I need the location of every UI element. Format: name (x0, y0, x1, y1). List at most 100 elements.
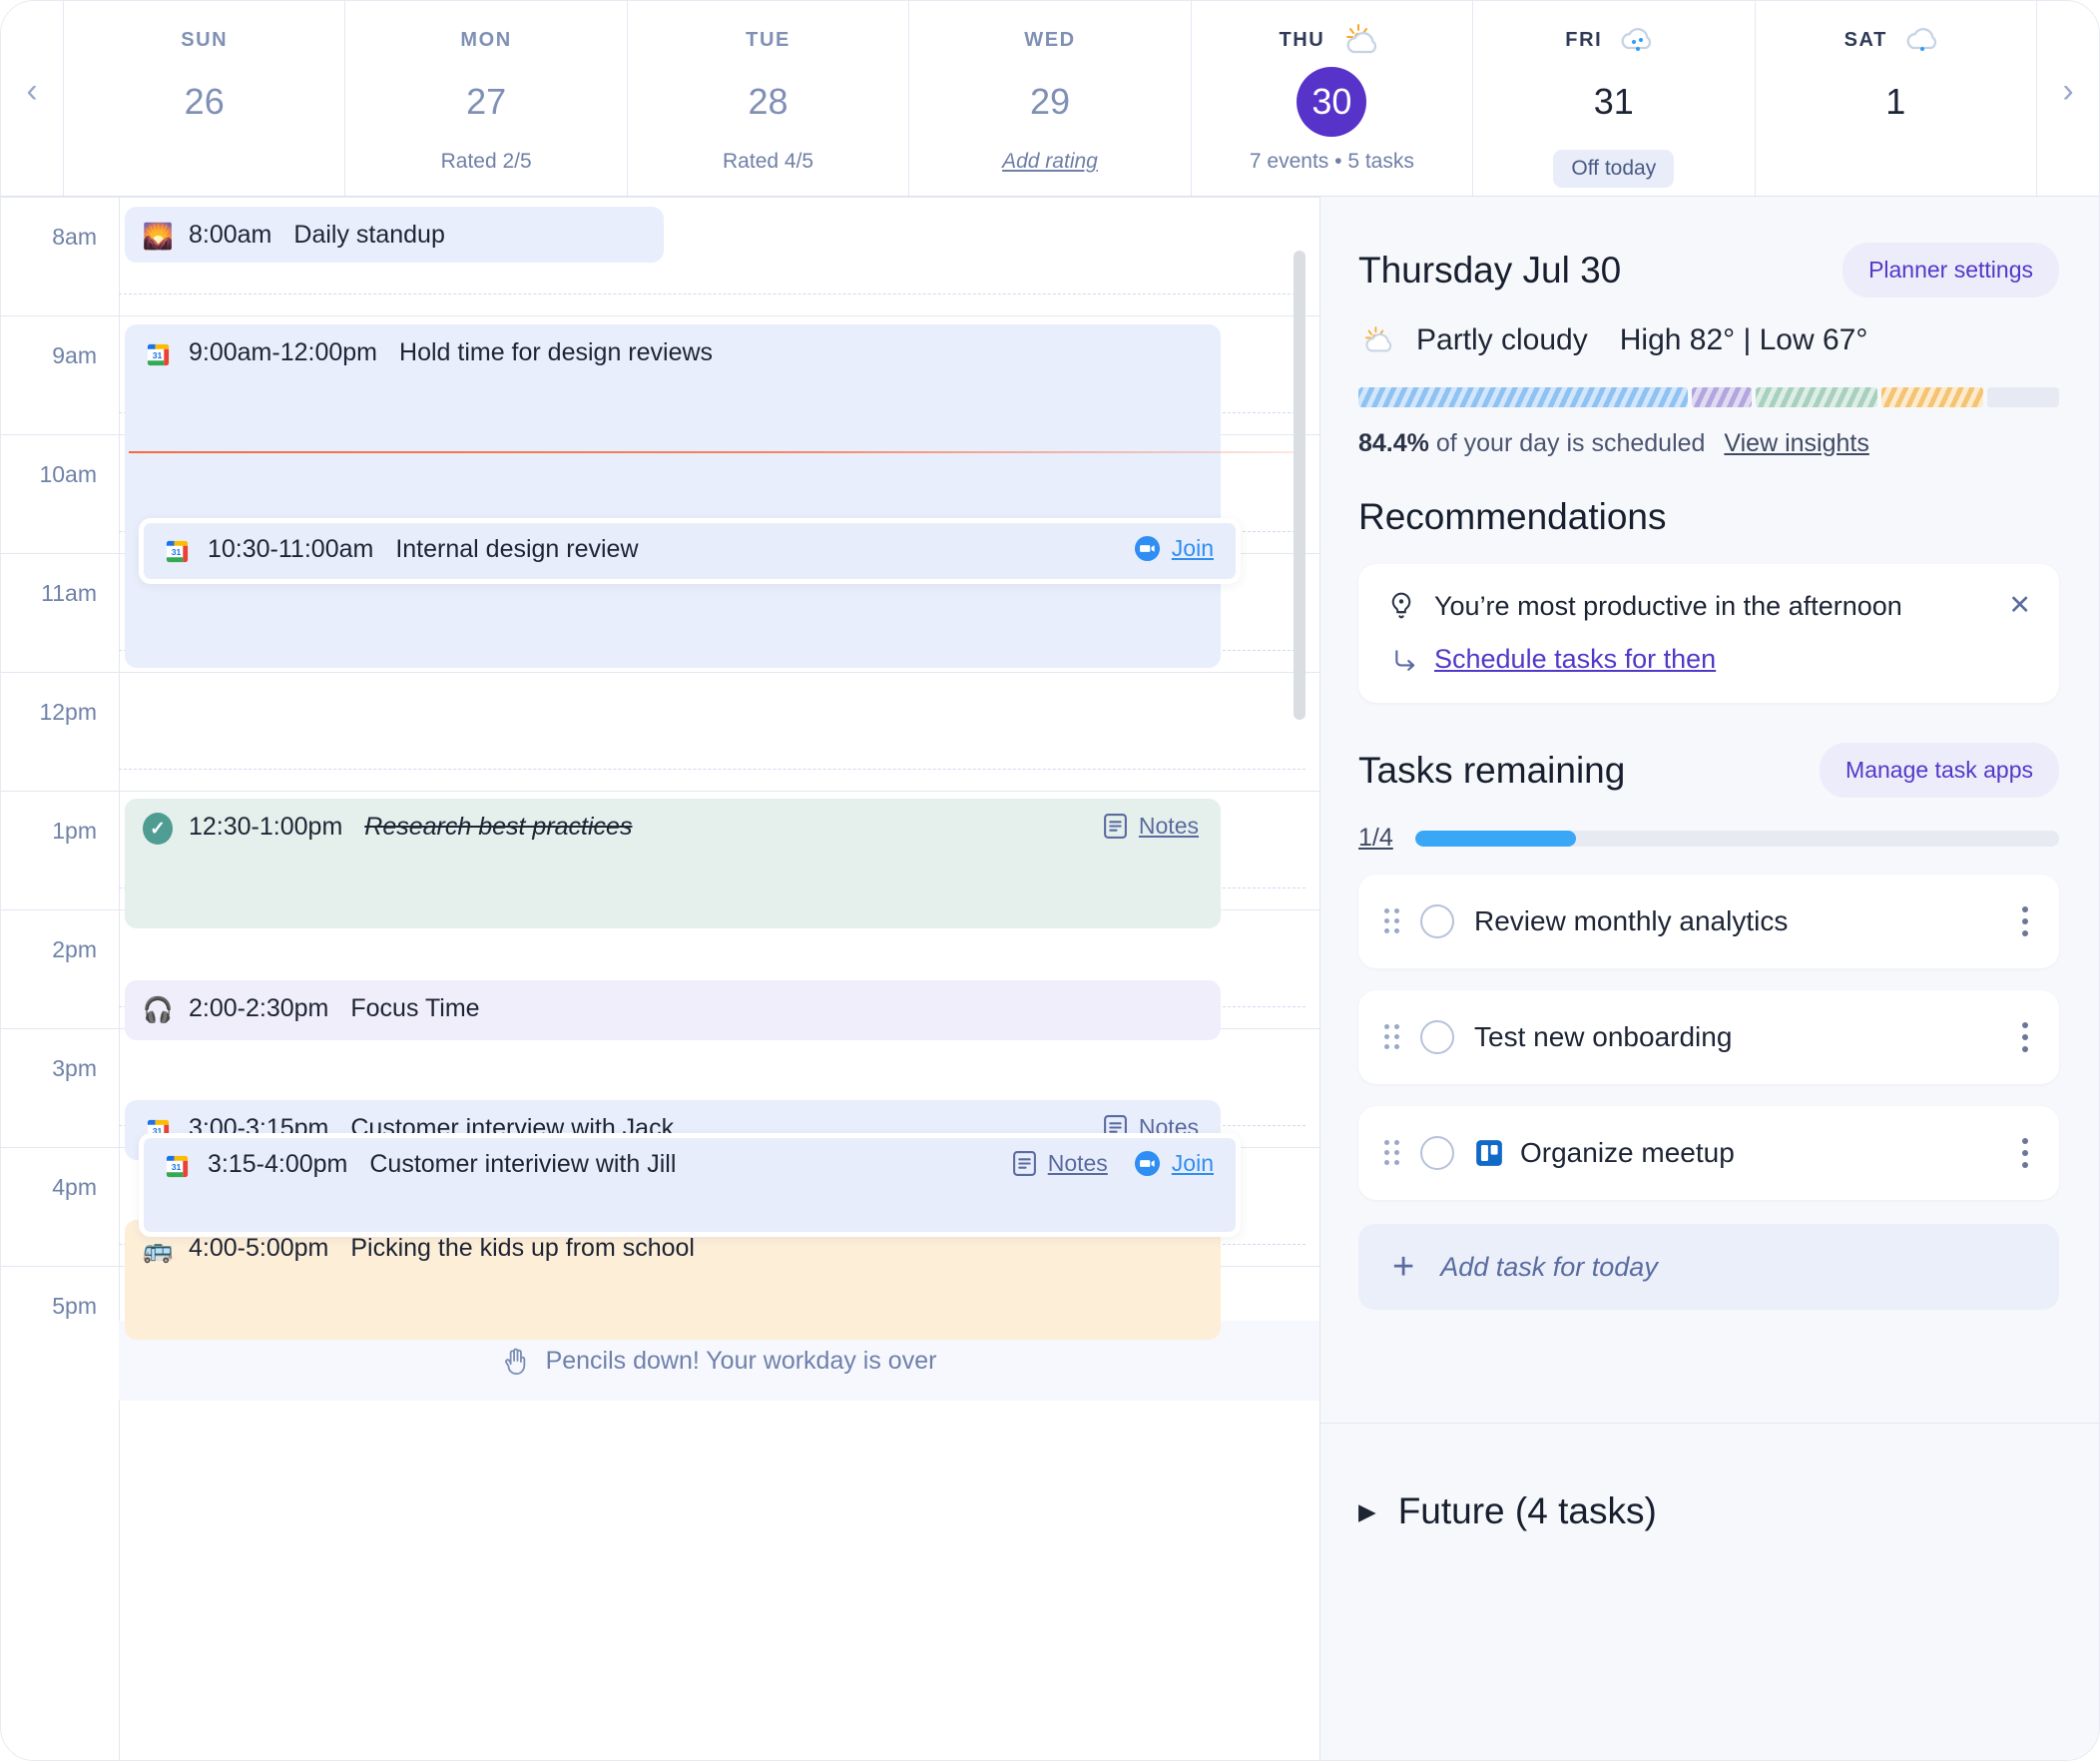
chevron-right-icon: ▶ (1358, 1498, 1376, 1525)
event-actions: Notes (1103, 813, 1199, 840)
notes-label: Notes (1048, 1150, 1108, 1177)
scheduled-text: of your day is scheduled (1436, 429, 1706, 457)
day-summary-label: 7 events • 5 tasks (1250, 150, 1414, 174)
day-detail-panel: Thursday Jul 30 Planner settings Partly … (1320, 197, 2099, 1761)
half-hour-line (119, 769, 1306, 770)
notes-label: Notes (1139, 813, 1199, 840)
day-column-fri[interactable]: FRI 31 Off today (1472, 1, 1754, 196)
notes-button[interactable]: Notes (1103, 813, 1199, 840)
current-time-indicator (129, 451, 1300, 453)
join-meeting-button[interactable]: Join (1134, 1150, 1214, 1177)
event-research-best-practices[interactable]: ✓ 12:30-1:00pm Research best practices (125, 799, 1221, 928)
hour-label: 3pm (1, 1055, 119, 1082)
day-rating-label: Rated 2/5 (441, 150, 532, 174)
event-time: 9:00am-12:00pm (189, 338, 377, 367)
day-column-tue[interactable]: TUE 28 Rated 4/5 (627, 1, 908, 196)
event-title: Picking the kids up from school (350, 1234, 695, 1263)
hour-label: 10am (1, 461, 119, 488)
day-bar-segment-meetings (1358, 387, 1688, 407)
day-number: 29 (1015, 67, 1085, 137)
drag-handle-icon[interactable] (1384, 1024, 1400, 1050)
scheduled-summary: 84.4% of your day is scheduled View insi… (1358, 429, 2059, 458)
event-customer-interview-jill[interactable]: 31 3:15-4:00pm Customer interiview with … (139, 1133, 1241, 1237)
notes-button[interactable]: Notes (1012, 1150, 1108, 1177)
sunrise-emoji-icon: 🌄 (143, 222, 173, 252)
drag-handle-icon[interactable] (1384, 908, 1400, 934)
add-task-button[interactable]: + Add task for today (1358, 1224, 2059, 1310)
week-header: ‹ SUN 26 MON 27 Rated 2/5 TUE 28 (1, 1, 2099, 197)
schedule-tasks-link[interactable]: Schedule tasks for then (1434, 644, 1716, 675)
completed-check[interactable]: ✓ (143, 813, 173, 845)
task-checkbox[interactable] (1420, 904, 1454, 938)
hour-label: 8am (1, 224, 119, 251)
calendar-scrollbar[interactable] (1294, 251, 1306, 720)
hour-label: 4pm (1, 1174, 119, 1201)
day-column-sun[interactable]: SUN 26 (63, 1, 344, 196)
check-circle-icon: ✓ (143, 814, 173, 844)
close-icon[interactable]: ✕ (2008, 590, 2031, 621)
join-meeting-button[interactable]: Join (1134, 535, 1214, 562)
time-grid: 8am 9am 10am 11am 12pm 1pm 2pm 3pm 4pm 5… (1, 197, 1319, 1761)
task-checkbox[interactable] (1420, 1020, 1454, 1054)
trello-icon (1474, 1138, 1504, 1168)
svg-text:31: 31 (152, 349, 162, 359)
task-label: Organize meetup (1520, 1137, 2021, 1169)
day-column-mon[interactable]: MON 27 Rated 2/5 (344, 1, 626, 196)
future-section-toggle[interactable]: ▶ Future (4 tasks) (1358, 1490, 1657, 1532)
body: 8am 9am 10am 11am 12pm 1pm 2pm 3pm 4pm 5… (1, 197, 2099, 1761)
tasks-progress-fill (1415, 831, 1576, 847)
event-time: 10:30-11:00am (208, 535, 373, 564)
event-time: 4:00-5:00pm (189, 1234, 328, 1263)
event-daily-standup[interactable]: 🌄 8:00am Daily standup (125, 207, 664, 263)
day-column-thu[interactable]: THU 30 7 events • 5 tasks (1191, 1, 1472, 196)
hour-label: 2pm (1, 936, 119, 963)
event-internal-design-review[interactable]: 31 10:30-11:00am Internal design review (139, 518, 1241, 584)
task-row[interactable]: Test new onboarding (1358, 990, 2059, 1084)
view-insights-link[interactable]: View insights (1724, 429, 1868, 457)
drag-handle-icon[interactable] (1384, 1140, 1400, 1166)
day-bar-segment-focus (1692, 387, 1752, 407)
day-schedule-bar (1358, 387, 2059, 407)
page-title: Thursday Jul 30 (1358, 250, 1621, 292)
event-hold-time-design-reviews[interactable]: 31 9:00am-12:00pm Hold time for design r… (125, 324, 1221, 668)
event-picking-kids-up[interactable]: 🚌 4:00-5:00pm Picking the kids up from s… (125, 1220, 1221, 1340)
panel-divider (1320, 1423, 2099, 1424)
event-title: Internal design review (395, 535, 638, 564)
task-label: Review monthly analytics (1474, 905, 2021, 937)
partly-cloudy-icon (1358, 324, 1398, 356)
future-label: Future (4 tasks) (1398, 1490, 1657, 1532)
next-week-button[interactable]: › (2037, 1, 2099, 196)
task-checkbox[interactable] (1420, 1136, 1454, 1170)
tasks-progress: 1/4 (1358, 824, 2059, 853)
task-menu-icon[interactable] (2021, 906, 2029, 936)
add-rating-link[interactable]: Add rating (1002, 150, 1098, 174)
partly-cloudy-icon (1338, 23, 1384, 57)
event-time: 8:00am (189, 221, 271, 250)
hour-label: 5pm (1, 1293, 119, 1320)
dow-row: SAT (1844, 27, 1947, 53)
panel-header: Thursday Jul 30 Planner settings (1358, 243, 2059, 297)
hour-label: 12pm (1, 699, 119, 726)
prev-week-button[interactable]: ‹ (1, 1, 63, 196)
task-row[interactable]: Organize meetup (1358, 1106, 2059, 1200)
day-column-wed[interactable]: WED 29 Add rating (908, 1, 1190, 196)
dow-row: MON (460, 27, 511, 53)
event-focus-time[interactable]: 🎧 2:00-2:30pm Focus Time (125, 980, 1221, 1040)
day-bar-segment-personal (1881, 387, 1983, 407)
day-column-sat[interactable]: SAT 1 (1755, 1, 2037, 196)
join-label: Join (1172, 1150, 1214, 1177)
task-row[interactable]: Review monthly analytics (1358, 875, 2059, 968)
day-of-week-label: MON (460, 29, 511, 52)
tasks-header: Tasks remaining Manage task apps (1358, 743, 2059, 798)
day-number: 26 (170, 67, 240, 137)
manage-task-apps-button[interactable]: Manage task apps (1820, 743, 2059, 798)
scheduled-percent: 84.4% (1358, 429, 1429, 457)
tasks-progress-fraction[interactable]: 1/4 (1358, 824, 1393, 853)
task-menu-icon[interactable] (2021, 1022, 2029, 1052)
headphones-emoji-icon: 🎧 (143, 995, 173, 1025)
calendar-grid[interactable]: 8am 9am 10am 11am 12pm 1pm 2pm 3pm 4pm 5… (1, 197, 1320, 1761)
join-label: Join (1172, 535, 1214, 562)
task-menu-icon[interactable] (2021, 1138, 2029, 1168)
day-of-week-label: SUN (181, 29, 228, 52)
planner-settings-button[interactable]: Planner settings (1842, 243, 2059, 297)
